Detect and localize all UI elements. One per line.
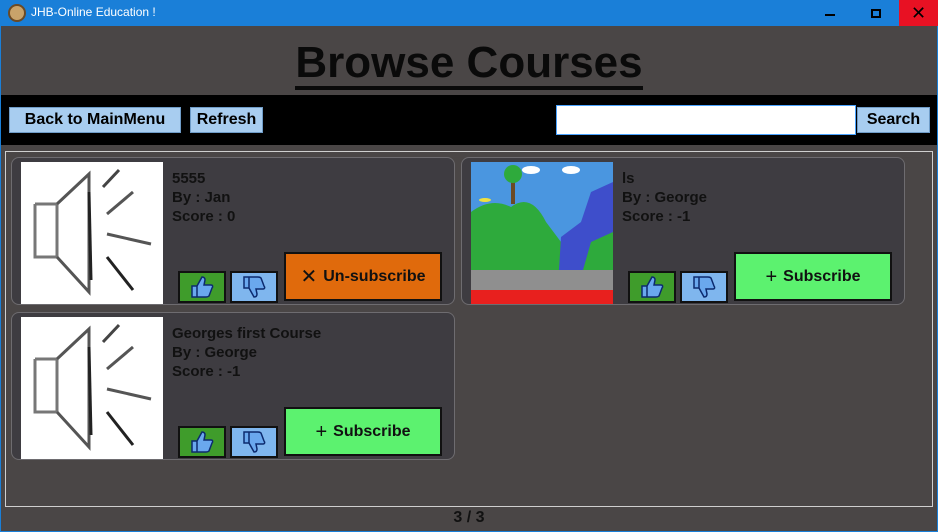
maximize-button[interactable] <box>853 0 899 26</box>
course-title: ls <box>622 170 635 187</box>
plus-icon: + <box>765 265 778 288</box>
course-score: Score : -1 <box>172 363 241 380</box>
unsubscribe-label: Un-subscribe <box>323 267 426 285</box>
subscribe-button[interactable]: + Subscribe <box>734 252 892 301</box>
course-author: By : George <box>622 189 708 206</box>
thumbs-down-button[interactable] <box>680 271 728 303</box>
page-indicator: 3 / 3 <box>453 509 485 526</box>
close-icon: ✕ <box>300 265 318 288</box>
refresh-button[interactable]: Refresh <box>190 107 263 133</box>
course-thumbnail <box>471 162 613 304</box>
course-info: Georges first Course By : George Score :… <box>172 324 321 381</box>
course-list[interactable]: 5555 By : Jan Score : 0 ✕ Un-subscribe l… <box>5 151 933 507</box>
course-card: Georges first Course By : George Score :… <box>11 312 455 460</box>
thumbs-down-icon <box>693 276 716 298</box>
thumbs-up-button[interactable] <box>628 271 676 303</box>
course-score: Score : -1 <box>622 208 691 225</box>
course-info: ls By : George Score : -1 <box>622 169 707 226</box>
course-card: 5555 By : Jan Score : 0 ✕ Un-subscribe <box>11 157 455 305</box>
back-to-mainmenu-button[interactable]: Back to MainMenu <box>9 107 181 133</box>
thumbs-down-icon <box>243 431 266 453</box>
thumbs-down-button[interactable] <box>230 271 278 303</box>
landscape-drawing <box>471 162 613 304</box>
course-author: By : George <box>172 344 258 361</box>
thumbs-up-icon <box>641 276 664 298</box>
minimize-button[interactable] <box>807 0 853 26</box>
minimize-icon <box>825 14 835 16</box>
maximize-icon <box>871 8 881 18</box>
window-titlebar: JHB-Online Education ! ✕ <box>0 0 938 26</box>
course-title: 5555 <box>172 170 206 187</box>
close-icon: ✕ <box>910 3 927 23</box>
subscribe-label: Subscribe <box>333 422 411 440</box>
thumbs-down-icon <box>243 276 266 298</box>
course-thumbnail <box>21 317 163 459</box>
course-info: 5555 By : Jan Score : 0 <box>172 169 235 226</box>
page-title: Browse Courses <box>0 38 938 90</box>
thumbs-up-icon <box>191 431 214 453</box>
close-button[interactable]: ✕ <box>899 0 938 26</box>
thumbs-up-button[interactable] <box>178 271 226 303</box>
course-score: Score : 0 <box>172 208 236 225</box>
subscribe-button[interactable]: + Subscribe <box>284 407 442 456</box>
thumbs-up-button[interactable] <box>178 426 226 458</box>
search-button[interactable]: Search <box>857 107 930 133</box>
search-input[interactable] <box>556 105 856 135</box>
plus-icon: + <box>315 420 328 443</box>
thumbs-down-button[interactable] <box>230 426 278 458</box>
course-card: ls By : George Score : -1 + Subscribe <box>461 157 905 305</box>
app-icon <box>8 4 26 22</box>
subscribe-label: Subscribe <box>783 267 861 285</box>
course-author: By : Jan <box>172 189 231 206</box>
speaker-icon <box>33 323 152 451</box>
course-title: Georges first Course <box>172 325 322 342</box>
course-thumbnail <box>21 162 163 304</box>
page-title-text: Browse Courses <box>295 40 643 90</box>
toolbar: Back to MainMenu Refresh Search <box>1 95 937 145</box>
unsubscribe-button[interactable]: ✕ Un-subscribe <box>284 252 442 301</box>
speaker-icon <box>33 168 152 296</box>
window-title: JHB-Online Education ! <box>31 5 156 19</box>
thumbs-up-icon <box>191 276 214 298</box>
